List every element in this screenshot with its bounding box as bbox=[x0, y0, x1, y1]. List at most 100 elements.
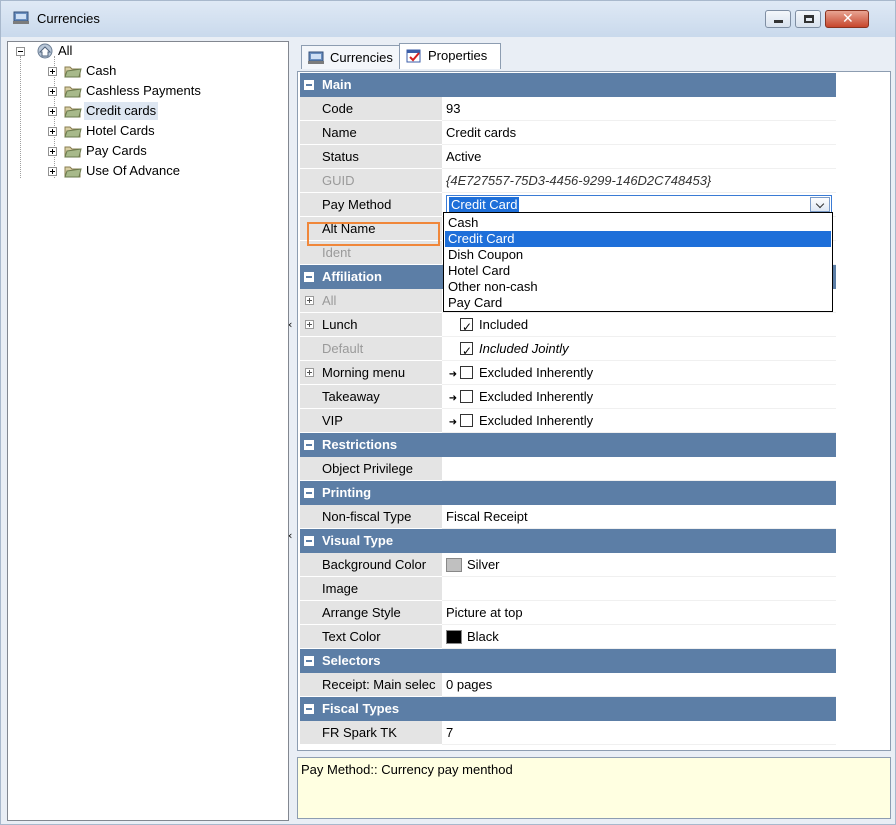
checkbox-unchecked-icon[interactable] bbox=[460, 390, 473, 403]
expand-icon[interactable] bbox=[48, 167, 57, 176]
property-row-image[interactable]: Image bbox=[300, 577, 836, 601]
close-button[interactable]: ✕ bbox=[825, 10, 869, 28]
pay-method-dropdown-list[interactable]: Cash Credit Card Dish Coupon Hotel Card … bbox=[443, 212, 833, 312]
property-name: Lunch bbox=[300, 313, 442, 337]
property-value[interactable]: ➜ Excluded Inherently bbox=[442, 385, 836, 409]
property-name: Code bbox=[300, 97, 442, 121]
maximize-button[interactable] bbox=[795, 10, 821, 28]
dropdown-option-cash[interactable]: Cash bbox=[445, 215, 831, 231]
tree-item-pay-cards[interactable]: Pay Cards bbox=[48, 142, 278, 160]
splitter-left-arrow-icon[interactable]: ‹ bbox=[288, 530, 294, 542]
property-row-name[interactable]: Name Credit cards bbox=[300, 121, 836, 145]
property-row-vip[interactable]: VIP ➜ Excluded Inherently bbox=[300, 409, 836, 433]
expand-icon[interactable] bbox=[48, 127, 57, 136]
title-bar[interactable]: Currencies ✕ bbox=[1, 1, 895, 37]
checkbox-unchecked-icon[interactable] bbox=[460, 366, 473, 379]
property-row-guid[interactable]: GUID {4E727557-75D3-4456-9299-146D2C7484… bbox=[300, 169, 836, 193]
color-swatch bbox=[446, 630, 462, 644]
property-row-status[interactable]: Status Active bbox=[300, 145, 836, 169]
collapse-icon[interactable] bbox=[304, 80, 314, 90]
folder-icon bbox=[64, 66, 82, 78]
property-row-fr-spark-tk[interactable]: FR Spark TK 7 bbox=[300, 721, 836, 745]
currencies-window: Currencies ✕ All Cash Cashless Payments … bbox=[0, 0, 896, 825]
property-row-object-privilege[interactable]: Object Privilege bbox=[300, 457, 836, 481]
property-value[interactable]: ➜ Excluded Inherently bbox=[442, 361, 836, 385]
property-row-background-color[interactable]: Background Color Silver bbox=[300, 553, 836, 577]
tree-item-use-of-advance[interactable]: Use Of Advance bbox=[48, 162, 278, 180]
expand-icon[interactable] bbox=[305, 368, 314, 377]
checkbox-checked-icon[interactable] bbox=[460, 339, 473, 360]
expand-icon[interactable] bbox=[305, 296, 314, 305]
collapse-icon[interactable] bbox=[304, 488, 314, 498]
property-value[interactable]: Picture at top bbox=[442, 601, 836, 625]
color-swatch bbox=[446, 558, 462, 572]
property-row-morning-menu[interactable]: Morning menu ➜ Excluded Inherently bbox=[300, 361, 836, 385]
tab-properties[interactable]: Properties bbox=[399, 43, 501, 69]
collapse-icon[interactable] bbox=[304, 704, 314, 714]
property-value[interactable]: 0 pages bbox=[442, 673, 836, 697]
tree-item-credit-cards[interactable]: Credit cards bbox=[48, 102, 278, 120]
chevron-down-icon[interactable] bbox=[810, 197, 830, 212]
category-fiscal-types[interactable]: Fiscal Types bbox=[300, 697, 836, 721]
property-value[interactable]: ➜ Excluded Inherently bbox=[442, 409, 836, 433]
property-row-takeaway[interactable]: Takeaway ➜ Excluded Inherently bbox=[300, 385, 836, 409]
dropdown-option-dish-coupon[interactable]: Dish Coupon bbox=[445, 247, 831, 263]
dropdown-option-other-non-cash[interactable]: Other non-cash bbox=[445, 279, 831, 295]
property-value[interactable]: Included Jointly bbox=[442, 337, 836, 361]
property-value[interactable]: Active bbox=[442, 145, 836, 169]
category-main[interactable]: Main bbox=[300, 73, 836, 97]
property-row-arrange-style[interactable]: Arrange Style Picture at top bbox=[300, 601, 836, 625]
app-icon bbox=[13, 11, 29, 24]
property-row-code[interactable]: Code 93 bbox=[300, 97, 836, 121]
dropdown-option-pay-card[interactable]: Pay Card bbox=[445, 295, 831, 311]
tree-item-cashless-payments[interactable]: Cashless Payments bbox=[48, 82, 278, 100]
property-value[interactable]: Silver bbox=[442, 553, 836, 577]
expand-icon[interactable] bbox=[48, 147, 57, 156]
collapse-icon[interactable] bbox=[304, 272, 314, 282]
checkbox-unchecked-icon[interactable] bbox=[460, 414, 473, 427]
category-restrictions[interactable]: Restrictions bbox=[300, 433, 836, 457]
checkbox-checked-icon[interactable] bbox=[460, 315, 473, 336]
property-value[interactable]: 93 bbox=[442, 97, 836, 121]
tree-item-hotel-cards[interactable]: Hotel Cards bbox=[48, 122, 278, 140]
property-row-default[interactable]: Default Included Jointly bbox=[300, 337, 836, 361]
property-grid[interactable]: Main Code 93 Name Credit cards Status Ac… bbox=[297, 71, 891, 751]
category-selectors[interactable]: Selectors bbox=[300, 649, 836, 673]
expand-icon[interactable] bbox=[48, 107, 57, 116]
property-value[interactable]: 7 bbox=[442, 721, 836, 745]
property-name-text: Morning menu bbox=[322, 365, 406, 380]
expand-icon[interactable] bbox=[48, 67, 57, 76]
dropdown-option-hotel-card[interactable]: Hotel Card bbox=[445, 263, 831, 279]
tree-item-label: Cash bbox=[86, 63, 117, 78]
property-value[interactable]: Included bbox=[442, 313, 836, 337]
inherit-arrow-icon: ➜ bbox=[448, 417, 458, 428]
collapse-icon[interactable] bbox=[304, 656, 314, 666]
collapse-icon[interactable] bbox=[304, 440, 314, 450]
property-value[interactable]: Credit cards bbox=[442, 121, 836, 145]
currency-tree[interactable]: All Cash Cashless Payments Credit cards … bbox=[7, 41, 289, 821]
splitter-left-arrow-icon[interactable]: ‹ bbox=[288, 319, 294, 331]
category-visual-type[interactable]: Visual Type bbox=[300, 529, 836, 553]
right-pane: Currencies Properties Main Code 93 Name … bbox=[291, 41, 893, 821]
property-row-lunch[interactable]: Lunch Included bbox=[300, 313, 836, 337]
property-row-non-fiscal-type[interactable]: Non-fiscal Type Fiscal Receipt bbox=[300, 505, 836, 529]
tab-currencies[interactable]: Currencies bbox=[301, 45, 401, 69]
property-value[interactable]: Fiscal Receipt bbox=[442, 505, 836, 529]
property-row-receipt-main-selector[interactable]: Receipt: Main selec 0 pages bbox=[300, 673, 836, 697]
property-value[interactable]: Black bbox=[442, 625, 836, 649]
collapse-icon[interactable] bbox=[16, 47, 25, 56]
tree-root-all[interactable]: All bbox=[16, 42, 276, 60]
property-value[interactable] bbox=[442, 577, 836, 601]
dropdown-option-credit-card[interactable]: Credit Card bbox=[445, 231, 831, 247]
property-value[interactable] bbox=[442, 457, 836, 481]
collapse-icon[interactable] bbox=[304, 536, 314, 546]
property-row-text-color[interactable]: Text Color Black bbox=[300, 625, 836, 649]
expand-icon[interactable] bbox=[305, 320, 314, 329]
folder-icon bbox=[64, 146, 82, 158]
color-name: Black bbox=[467, 629, 499, 644]
minimize-button[interactable] bbox=[765, 10, 791, 28]
close-icon: ✕ bbox=[842, 11, 854, 27]
expand-icon[interactable] bbox=[48, 87, 57, 96]
tree-item-cash[interactable]: Cash bbox=[48, 62, 278, 80]
category-printing[interactable]: Printing bbox=[300, 481, 836, 505]
